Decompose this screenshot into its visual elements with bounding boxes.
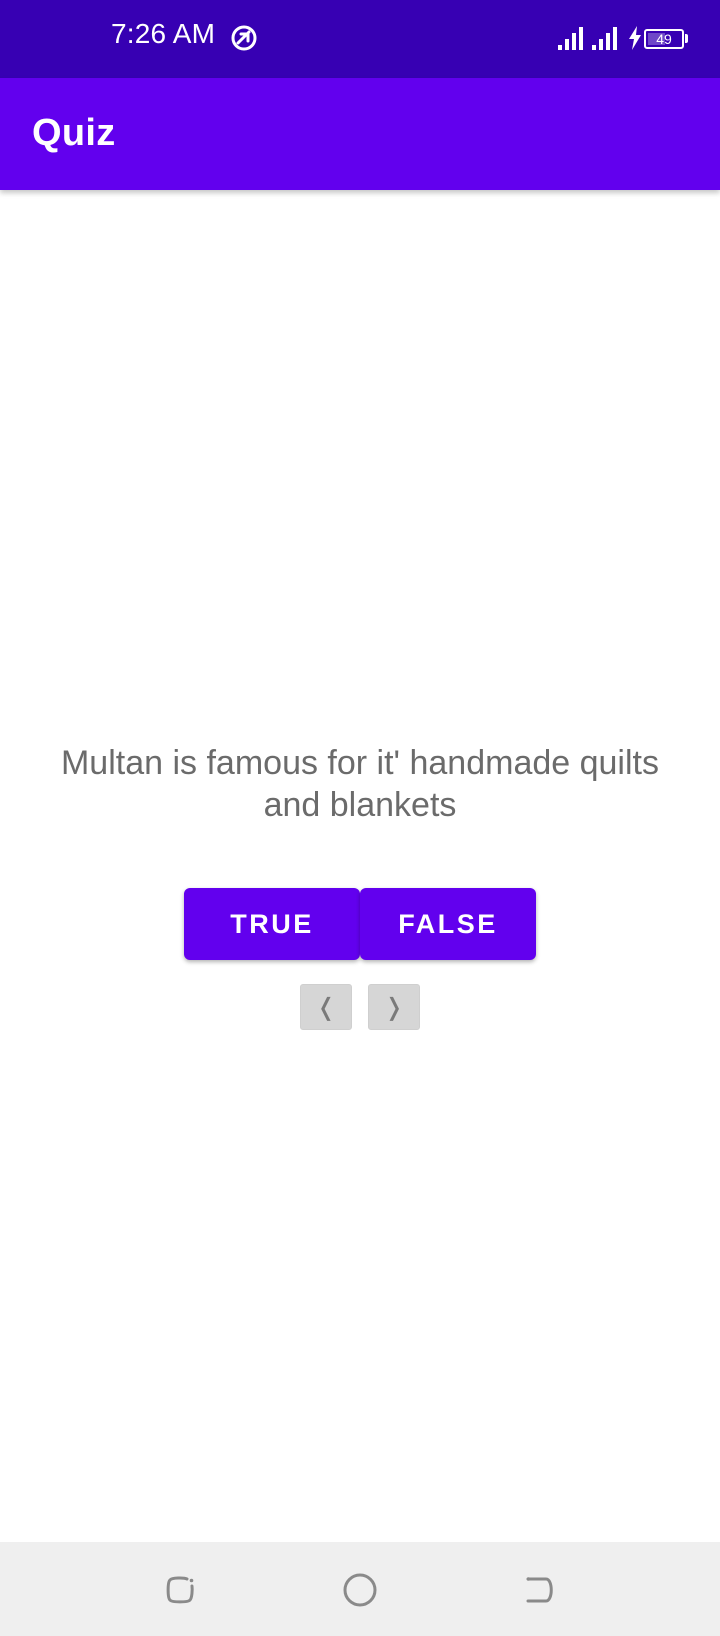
sync-icon (231, 25, 257, 51)
status-bar: 7:26 AM 49 (0, 0, 720, 78)
app-bar: Quiz (0, 78, 720, 190)
system-navigation-bar (0, 1542, 720, 1636)
home-icon[interactable] (342, 1572, 378, 1608)
next-button[interactable]: ❭ (368, 984, 420, 1030)
false-button[interactable]: FALSE (360, 888, 536, 960)
previous-button[interactable]: ❬ (300, 984, 352, 1030)
signal-icon (592, 27, 617, 50)
question-text: Multan is famous for it' handmade quilts… (60, 744, 659, 824)
battery-nub (685, 34, 688, 43)
app-title: Quiz (32, 112, 116, 154)
true-button[interactable]: TRUE (184, 888, 360, 960)
battery-icon: 49 (644, 29, 684, 49)
recents-icon[interactable] (162, 1572, 198, 1608)
quiz-screen: 7:26 AM 49 Quiz Multan is famous for it'… (0, 0, 720, 1636)
status-time: 7:26 AM (111, 18, 216, 49)
signal-icon (558, 27, 583, 50)
charging-icon (629, 26, 641, 50)
battery-level: 49 (656, 31, 672, 47)
back-icon[interactable] (522, 1572, 558, 1608)
